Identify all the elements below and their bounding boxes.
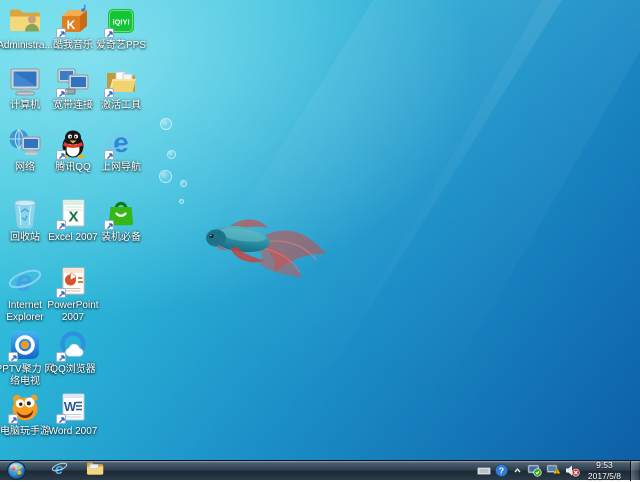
- shortcut-arrow-overlay: [56, 88, 66, 98]
- svg-text:?: ?: [499, 466, 504, 476]
- desktop-icon-web-navigation[interactable]: e 上网导航: [90, 126, 152, 174]
- help-icon[interactable]: ?: [495, 464, 508, 477]
- shortcut-arrow-overlay: [104, 88, 114, 98]
- betta-fish-image: [202, 208, 334, 290]
- clock-time: 9:53: [588, 460, 621, 471]
- desktop-icon-qq-browser[interactable]: QQ浏览器: [42, 328, 104, 376]
- shortcut-arrow-overlay: [56, 28, 66, 38]
- desktop: Administra... K 酷我音乐 iQIYI 爱奇艺PPS 计算机: [0, 0, 640, 460]
- windows-start-orb-icon: [7, 461, 26, 480]
- taskbar-explorer-button[interactable]: [81, 461, 109, 481]
- computer-icon: [7, 85, 43, 102]
- light-ray: [337, 0, 640, 410]
- desktop-icon-powerpoint-2007[interactable]: PowerPoint 2007: [42, 264, 104, 324]
- desktop-icon-activation-tools[interactable]: 激活工具: [90, 64, 152, 112]
- start-button[interactable]: [3, 461, 29, 481]
- svg-text:X: X: [68, 209, 78, 226]
- security-ok-icon[interactable]: [527, 464, 542, 477]
- shortcut-arrow-overlay: [104, 150, 114, 160]
- shortcut-arrow-overlay: [104, 28, 114, 38]
- shortcut-arrow-overlay: [56, 288, 66, 298]
- volume-muted-icon[interactable]: [565, 464, 580, 477]
- shortcut-arrow-overlay: [56, 352, 66, 362]
- shortcut-arrow-overlay: [56, 150, 66, 160]
- bubble: [179, 199, 184, 204]
- shortcut-arrow-overlay: [8, 352, 18, 362]
- input-keyboard-icon[interactable]: [477, 466, 491, 476]
- taskbar-internet-explorer-button[interactable]: e: [45, 461, 73, 481]
- desktop-icon-word-2007[interactable]: W Word 2007: [42, 390, 104, 438]
- show-desktop-button[interactable]: [630, 461, 639, 481]
- icon-label: PowerPoint 2007: [42, 300, 104, 324]
- svg-text:e: e: [16, 265, 33, 298]
- shortcut-arrow-overlay: [56, 220, 66, 230]
- light-ray: [174, 0, 585, 403]
- shortcut-arrow-overlay: [56, 414, 66, 424]
- desktop-icon-iqiyi-pps[interactable]: iQIYI 爱奇艺PPS: [90, 4, 152, 52]
- bubble: [167, 150, 176, 159]
- network-globe-icon: [7, 147, 43, 164]
- shortcut-arrow-overlay: [8, 414, 18, 424]
- svg-text:iQIYI: iQIYI: [112, 18, 129, 27]
- system-tray: ? 9:53 2017/5/8: [477, 460, 640, 481]
- internet-explorer-icon: e: [51, 460, 68, 482]
- svg-text:W: W: [64, 399, 77, 414]
- bubble: [180, 180, 187, 187]
- desktop-icon-software-essentials[interactable]: 装机必备: [90, 196, 152, 244]
- shortcut-arrow-overlay: [104, 220, 114, 230]
- show-hidden-icons-chevron[interactable]: [513, 466, 522, 475]
- recycle-bin-icon: [7, 217, 43, 234]
- bubble: [160, 118, 172, 130]
- network-warning-icon[interactable]: [546, 464, 561, 477]
- svg-text:e: e: [113, 127, 129, 158]
- taskbar: e ?: [0, 460, 640, 480]
- folder-icon: [86, 461, 104, 481]
- user-folder-icon: [7, 25, 43, 42]
- svg-text:K: K: [67, 18, 76, 32]
- taskbar-clock[interactable]: 9:53 2017/5/8: [588, 460, 621, 481]
- internet-explorer-icon: e: [7, 285, 43, 302]
- bubble: [159, 170, 172, 183]
